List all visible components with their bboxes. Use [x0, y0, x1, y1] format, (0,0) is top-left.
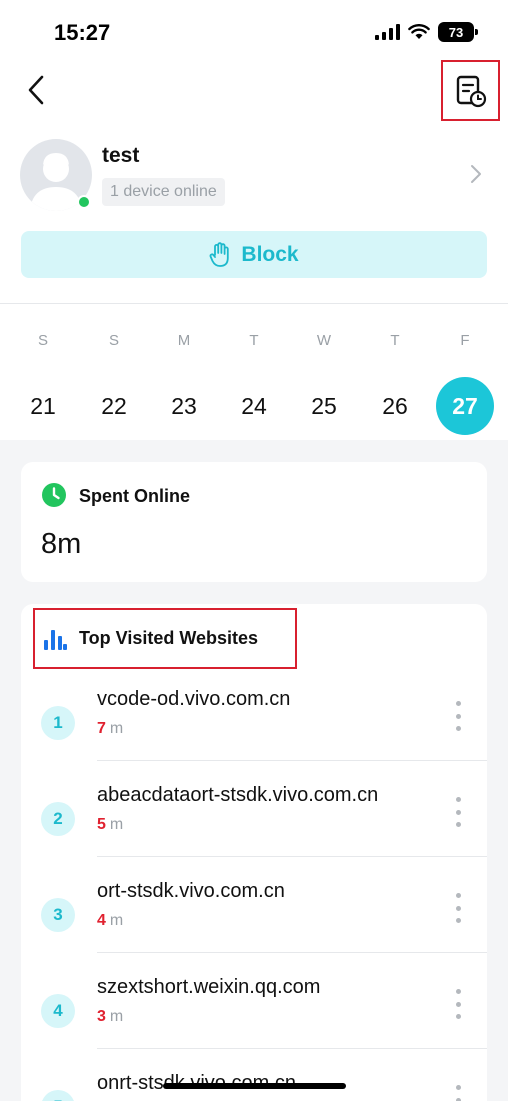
calendar-date[interactable]: 24	[224, 377, 284, 435]
spent-online-value: 8m	[41, 528, 82, 560]
divider	[97, 856, 487, 857]
site-list-item[interactable]: 4 szextshort.weixin.qq.com 3m	[21, 976, 487, 1072]
chevron-left-icon	[28, 75, 44, 105]
calendar-date-selected[interactable]: 27	[436, 377, 494, 435]
signal-icon	[375, 24, 400, 40]
top-area: 15:27 73 test 1 device online Block S S …	[0, 0, 508, 440]
rank-badge: 5	[41, 1090, 75, 1101]
weekday-label: F	[460, 332, 470, 349]
profile-name[interactable]: test	[102, 144, 139, 168]
top-visited-websites-header: Top Visited Websites	[33, 608, 297, 669]
more-options-button[interactable]	[451, 794, 465, 830]
profile-detail-button[interactable]	[470, 164, 482, 189]
divider	[0, 303, 508, 304]
site-time-unit: m	[109, 912, 124, 929]
status-icons: 73	[375, 22, 478, 42]
online-status-dot	[77, 195, 91, 209]
site-time-unit: m	[109, 1008, 124, 1025]
more-options-button[interactable]	[451, 890, 465, 926]
weekday-label: W	[316, 332, 332, 349]
bar-chart-icon	[44, 629, 67, 650]
site-minutes: 5	[97, 816, 106, 833]
wifi-icon	[408, 24, 430, 39]
divider	[97, 1048, 487, 1049]
site-time-unit: m	[109, 720, 124, 737]
site-list-item[interactable]: 2 abeacdataort-stsdk.vivo.com.cn 5m	[21, 784, 487, 880]
more-options-button[interactable]	[451, 1082, 465, 1101]
weekday-label: S	[108, 332, 119, 349]
site-time: 5m	[97, 816, 123, 834]
site-list-item[interactable]: 1 vcode-od.vivo.com.cn 7m	[21, 688, 487, 784]
site-minutes: 7	[97, 720, 106, 737]
chevron-right-icon	[471, 165, 481, 183]
site-minutes: 3	[97, 1008, 106, 1025]
more-vertical-icon	[455, 893, 461, 898]
battery-icon: 73	[438, 22, 478, 42]
status-time: 15:27	[54, 20, 111, 45]
more-vertical-icon	[455, 989, 461, 994]
rank-badge: 1	[41, 706, 75, 740]
rank-badge: 3	[41, 898, 75, 932]
more-vertical-icon	[455, 1085, 461, 1090]
weekday-label: S	[37, 332, 48, 349]
block-button-label: Block	[241, 242, 299, 266]
home-indicator	[163, 1083, 346, 1089]
block-button[interactable]: Block	[21, 231, 487, 278]
weekday-label: T	[249, 332, 259, 349]
clock-icon	[42, 483, 66, 507]
rank-badge: 2	[41, 802, 75, 836]
spent-online-card[interactable]: Spent Online 8m	[21, 462, 487, 582]
weekday-label: M	[177, 332, 191, 349]
calendar-date[interactable]: 26	[365, 377, 425, 435]
more-vertical-icon	[455, 701, 461, 706]
divider	[97, 952, 487, 953]
spent-online-title: Spent Online	[79, 486, 191, 506]
top-visited-websites-title: Top Visited Websites	[79, 628, 259, 648]
calendar-date[interactable]: 23	[154, 377, 214, 435]
site-domain: szextshort.weixin.qq.com	[97, 976, 321, 998]
more-vertical-icon	[455, 797, 461, 802]
hand-icon	[210, 241, 230, 267]
site-time: 7m	[97, 720, 123, 738]
calendar-date[interactable]: 21	[13, 377, 73, 435]
calendar-date[interactable]: 22	[84, 377, 144, 435]
calendar-date[interactable]: 25	[294, 377, 354, 435]
site-domain: ort-stsdk.vivo.com.cn	[97, 880, 285, 902]
weekday-label: T	[390, 332, 400, 349]
site-list-item[interactable]: 3 ort-stsdk.vivo.com.cn 4m	[21, 880, 487, 976]
site-time: 4m	[97, 912, 123, 930]
site-minutes: 4	[97, 912, 106, 929]
rank-badge: 4	[41, 994, 75, 1028]
device-status-badge: 1 device online	[102, 178, 225, 206]
site-time-unit: m	[109, 816, 124, 833]
more-options-button[interactable]	[451, 698, 465, 734]
site-domain: abeacdataort-stsdk.vivo.com.cn	[97, 784, 379, 806]
top-visited-websites-card: Top Visited Websites 1 vcode-od.vivo.com…	[21, 604, 487, 1101]
divider	[97, 760, 487, 761]
more-options-button[interactable]	[451, 986, 465, 1022]
report-history-icon	[456, 75, 486, 107]
site-domain: vcode-od.vivo.com.cn	[97, 688, 291, 710]
back-button[interactable]	[18, 68, 54, 112]
report-history-button[interactable]	[441, 60, 500, 121]
site-time: 3m	[97, 1008, 123, 1026]
